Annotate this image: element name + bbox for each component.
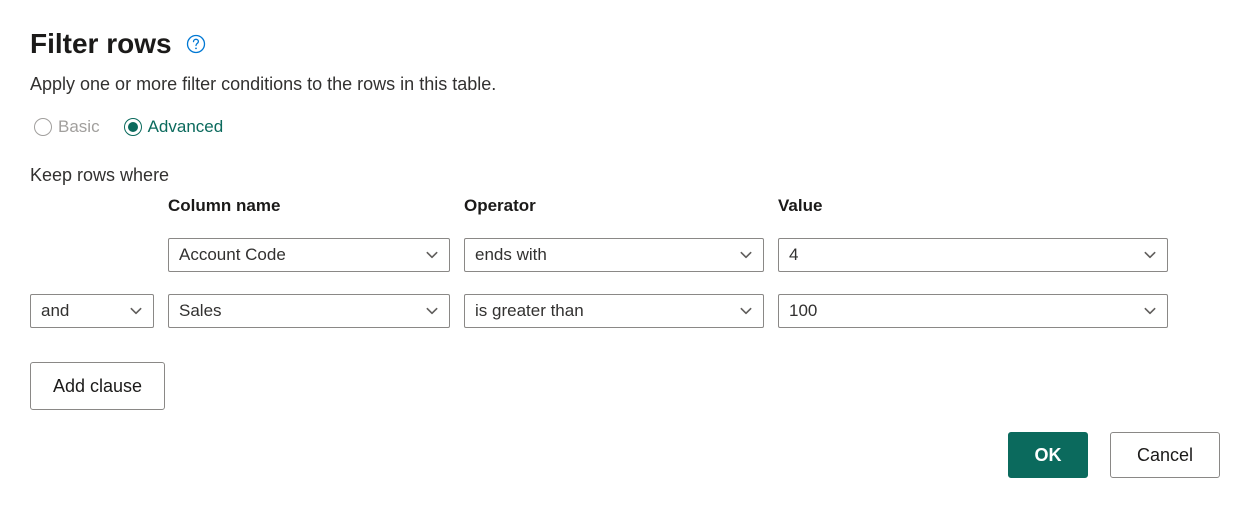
- radio-circle-icon: [124, 118, 142, 136]
- column-dropdown-value: Sales: [179, 301, 222, 321]
- chevron-down-icon: [425, 248, 439, 262]
- column-dropdown-value: Account Code: [179, 245, 286, 265]
- dialog-footer: OK Cancel: [1008, 432, 1220, 478]
- value-dropdown[interactable]: 100: [778, 294, 1168, 328]
- chevron-down-icon: [129, 304, 143, 318]
- chevron-down-icon: [1143, 304, 1157, 318]
- mode-radio-group: Basic Advanced: [34, 117, 1220, 137]
- operator-dropdown-value: is greater than: [475, 301, 584, 321]
- dialog-title: Filter rows: [30, 28, 172, 60]
- operator-header: Operator: [464, 196, 764, 216]
- radio-advanced-label: Advanced: [148, 117, 224, 137]
- value-dropdown-value: 100: [789, 301, 817, 321]
- clauses-grid: Column name Operator Value Account Code …: [30, 196, 1220, 328]
- radio-circle-icon: [34, 118, 52, 136]
- chevron-down-icon: [1143, 248, 1157, 262]
- chevron-down-icon: [739, 248, 753, 262]
- keep-rows-label: Keep rows where: [30, 165, 1220, 186]
- column-dropdown[interactable]: Sales: [168, 294, 450, 328]
- chevron-down-icon: [425, 304, 439, 318]
- dialog-subtitle: Apply one or more filter conditions to t…: [30, 74, 1220, 95]
- column-name-header: Column name: [168, 196, 450, 216]
- conjunction-dropdown-value: and: [41, 301, 69, 321]
- radio-advanced[interactable]: Advanced: [124, 117, 224, 137]
- conjunction-dropdown[interactable]: and: [30, 294, 154, 328]
- value-header: Value: [778, 196, 1168, 216]
- help-icon[interactable]: [186, 34, 206, 54]
- radio-dot-icon: [128, 122, 138, 132]
- operator-dropdown-value: ends with: [475, 245, 547, 265]
- operator-dropdown[interactable]: ends with: [464, 238, 764, 272]
- add-clause-button[interactable]: Add clause: [30, 362, 165, 410]
- value-dropdown[interactable]: 4: [778, 238, 1168, 272]
- radio-basic-label: Basic: [58, 117, 100, 137]
- cancel-button[interactable]: Cancel: [1110, 432, 1220, 478]
- ok-button[interactable]: OK: [1008, 432, 1088, 478]
- value-dropdown-value: 4: [789, 245, 798, 265]
- chevron-down-icon: [739, 304, 753, 318]
- column-dropdown[interactable]: Account Code: [168, 238, 450, 272]
- radio-basic: Basic: [34, 117, 100, 137]
- operator-dropdown[interactable]: is greater than: [464, 294, 764, 328]
